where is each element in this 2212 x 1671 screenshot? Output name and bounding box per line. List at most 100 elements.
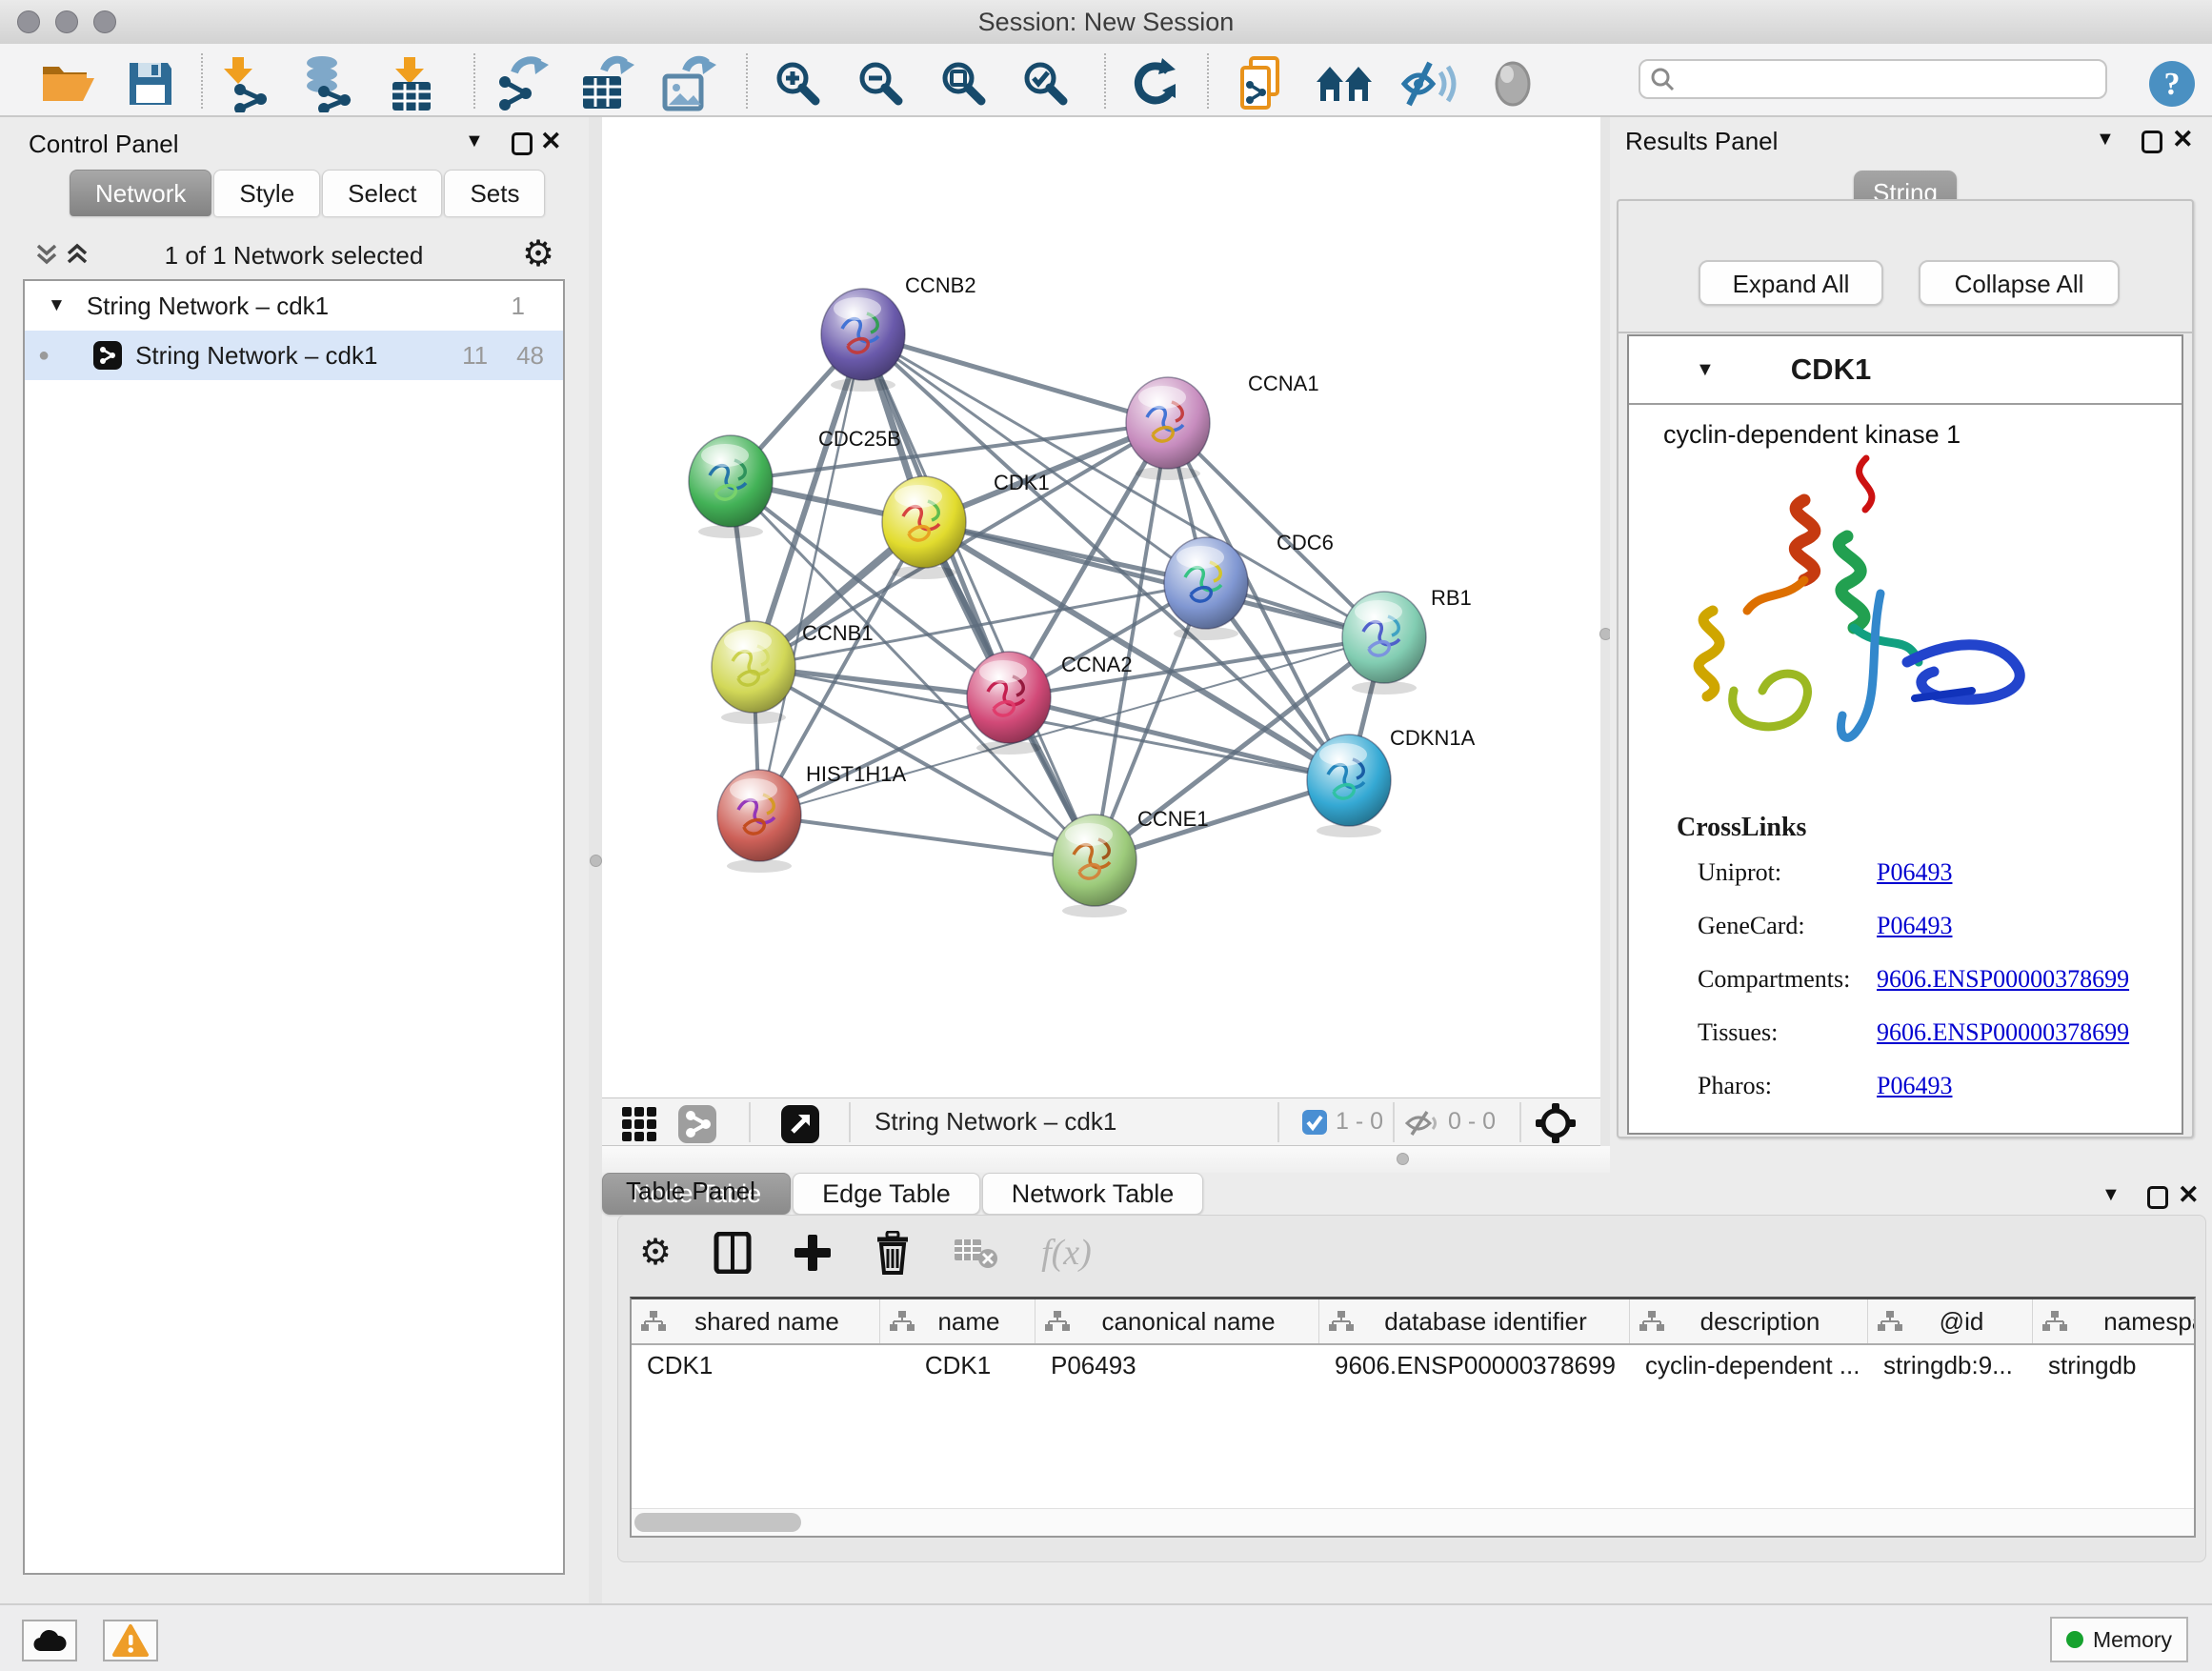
table-horizontal-scrollbar[interactable]: [632, 1508, 2194, 1536]
column-header-@id[interactable]: @id: [1868, 1299, 2033, 1343]
panel-close-icon[interactable]: ✕: [540, 127, 562, 156]
open-in-window-icon[interactable]: [781, 1105, 819, 1143]
crosslink-link[interactable]: P06493: [1877, 1072, 1952, 1100]
splitter-handle[interactable]: [590, 855, 602, 867]
panel-close-icon[interactable]: ✕: [2172, 125, 2194, 154]
show-columns-icon[interactable]: [714, 1232, 752, 1274]
graph-node-CCNE1[interactable]: [1053, 815, 1136, 917]
memory-button[interactable]: Memory: [2050, 1617, 2188, 1662]
panel-menu-icon[interactable]: ▼: [2096, 129, 2115, 151]
column-header-name[interactable]: name: [880, 1299, 1036, 1343]
export-image-icon[interactable]: [657, 57, 718, 111]
zoom-in-icon[interactable]: [768, 57, 829, 111]
tab-network-table[interactable]: Network Table: [982, 1173, 1204, 1215]
collapse-caret-icon[interactable]: ▼: [1696, 359, 1715, 381]
tab-edge-table[interactable]: Edge Table: [793, 1173, 980, 1215]
search-input[interactable]: [1682, 65, 2105, 93]
network-tree-child-row[interactable]: ● String Network – cdk1 11 48: [25, 331, 563, 380]
graph-node-CCNB2[interactable]: [821, 289, 905, 392]
refresh-icon[interactable]: [1124, 57, 1185, 111]
left-splitter[interactable]: [589, 117, 602, 1603]
hidden-eye-icon[interactable]: [1405, 1110, 1438, 1137]
homes-icon[interactable]: [1315, 57, 1376, 111]
graph-node-RB1[interactable]: [1342, 592, 1426, 695]
cytoscape-window: Session: New Session: [0, 0, 2212, 1671]
panel-menu-icon[interactable]: ▼: [465, 131, 484, 152]
graph-node-CDKN1A[interactable]: [1307, 735, 1391, 837]
table-row[interactable]: CDK1CDK1P064939606.ENSP00000378699cyclin…: [632, 1345, 2194, 1385]
tab-style[interactable]: Style: [213, 170, 320, 216]
title-bar: Session: New Session: [0, 0, 2212, 45]
collapse-all-button[interactable]: Collapse All: [1919, 260, 2120, 306]
tree-collapse-icon[interactable]: ▼: [48, 295, 66, 316]
graph-node-CDC25B[interactable]: [689, 435, 773, 538]
graph-node-CCNA1[interactable]: [1126, 377, 1210, 480]
protein-card-header[interactable]: ▼ CDK1: [1629, 336, 2182, 405]
warning-button[interactable]: [103, 1620, 158, 1661]
toolbar-divider: [1207, 53, 1209, 109]
cloud-button[interactable]: [22, 1620, 77, 1661]
open-folder-icon[interactable]: [36, 57, 97, 111]
expand-all-button[interactable]: Expand All: [1699, 260, 1883, 306]
zoom-out-icon[interactable]: [851, 57, 912, 111]
network-view-toolbar: String Network – cdk1 1 - 0 0 - 0: [602, 1097, 1600, 1146]
crosslink-link[interactable]: 9606.ENSP00000378699: [1877, 1018, 2129, 1047]
network-tree-root-row[interactable]: ▼ String Network – cdk1 1: [25, 281, 563, 331]
panel-float-icon[interactable]: [512, 132, 533, 155]
protein-name: CDK1: [1791, 352, 1871, 387]
crosslink-label: Compartments:: [1698, 965, 1877, 994]
network-options-gear-icon[interactable]: ⚙: [522, 236, 554, 272]
reposition-crosshair-icon[interactable]: [1536, 1103, 1576, 1143]
crosslink-row: Uniprot:P06493: [1698, 858, 2174, 912]
selected-checkbox-icon[interactable]: [1302, 1110, 1327, 1135]
export-network-icon[interactable]: [492, 57, 553, 111]
zoom-selected-icon[interactable]: [1016, 57, 1076, 111]
save-icon[interactable]: [120, 57, 181, 111]
edge-count: 48: [516, 341, 544, 371]
import-network-icon[interactable]: [215, 57, 276, 111]
scrollbar-thumb[interactable]: [634, 1513, 801, 1532]
tab-network[interactable]: Network: [70, 170, 211, 216]
copy-network-document-icon[interactable]: [1234, 57, 1295, 111]
panel-float-icon[interactable]: [2142, 131, 2162, 153]
eye-icon[interactable]: [1482, 57, 1543, 111]
import-database-icon[interactable]: [297, 57, 358, 111]
table-cell: stringdb:9...: [1868, 1351, 2033, 1380]
network-share-icon[interactable]: [678, 1105, 716, 1143]
node-label-CCNB1: CCNB1: [802, 621, 874, 645]
network-view[interactable]: CCNB2CCNA1CDC25BCDK1CDC6RB1CCNB1CCNA2CDK…: [602, 117, 1600, 1146]
splitter-handle[interactable]: [1397, 1153, 1409, 1165]
table-settings-gear-icon[interactable]: ⚙: [639, 1235, 672, 1271]
cloud-icon: [32, 1628, 67, 1653]
string-network-icon: [93, 341, 122, 370]
node-count: 11: [462, 341, 488, 371]
export-table-icon[interactable]: [575, 57, 636, 111]
column-header-namespace[interactable]: namespace: [2033, 1299, 2196, 1343]
graph-node-HIST1H1A[interactable]: [717, 770, 801, 873]
column-header-shared-name[interactable]: shared name: [632, 1299, 880, 1343]
delete-column-icon[interactable]: [874, 1231, 912, 1275]
help-icon[interactable]: ?: [2142, 57, 2202, 111]
zoom-fit-icon[interactable]: [934, 57, 995, 111]
grid-view-icon[interactable]: [621, 1106, 657, 1142]
add-column-icon[interactable]: [794, 1234, 832, 1272]
tab-sets[interactable]: Sets: [444, 170, 545, 216]
import-table-icon[interactable]: [381, 57, 442, 111]
column-header-database-identifier[interactable]: database identifier: [1319, 1299, 1630, 1343]
crosslink-link[interactable]: P06493: [1877, 858, 1952, 887]
panel-float-icon[interactable]: [2147, 1186, 2168, 1209]
crosslink-link[interactable]: P06493: [1877, 912, 1952, 940]
panel-close-icon[interactable]: ✕: [2178, 1180, 2200, 1210]
right-splitter[interactable]: [1600, 117, 1610, 1173]
crosslink-link[interactable]: 9606.ENSP00000378699: [1877, 965, 2129, 994]
column-header-description[interactable]: description: [1630, 1299, 1868, 1343]
window-title: Session: New Session: [0, 0, 2212, 44]
column-header-canonical-name[interactable]: canonical name: [1036, 1299, 1319, 1343]
crosslink-row: GeneCard:P06493: [1698, 912, 2174, 965]
crosslink-row: Pharos:P06493: [1698, 1072, 2174, 1125]
panel-menu-icon[interactable]: ▼: [2101, 1184, 2121, 1206]
hidden-count: 0 - 0: [1448, 1098, 1496, 1145]
hide-visibility-icon[interactable]: [1398, 57, 1459, 111]
tab-select[interactable]: Select: [322, 170, 442, 216]
control-panel-title: Control Panel: [29, 130, 179, 159]
